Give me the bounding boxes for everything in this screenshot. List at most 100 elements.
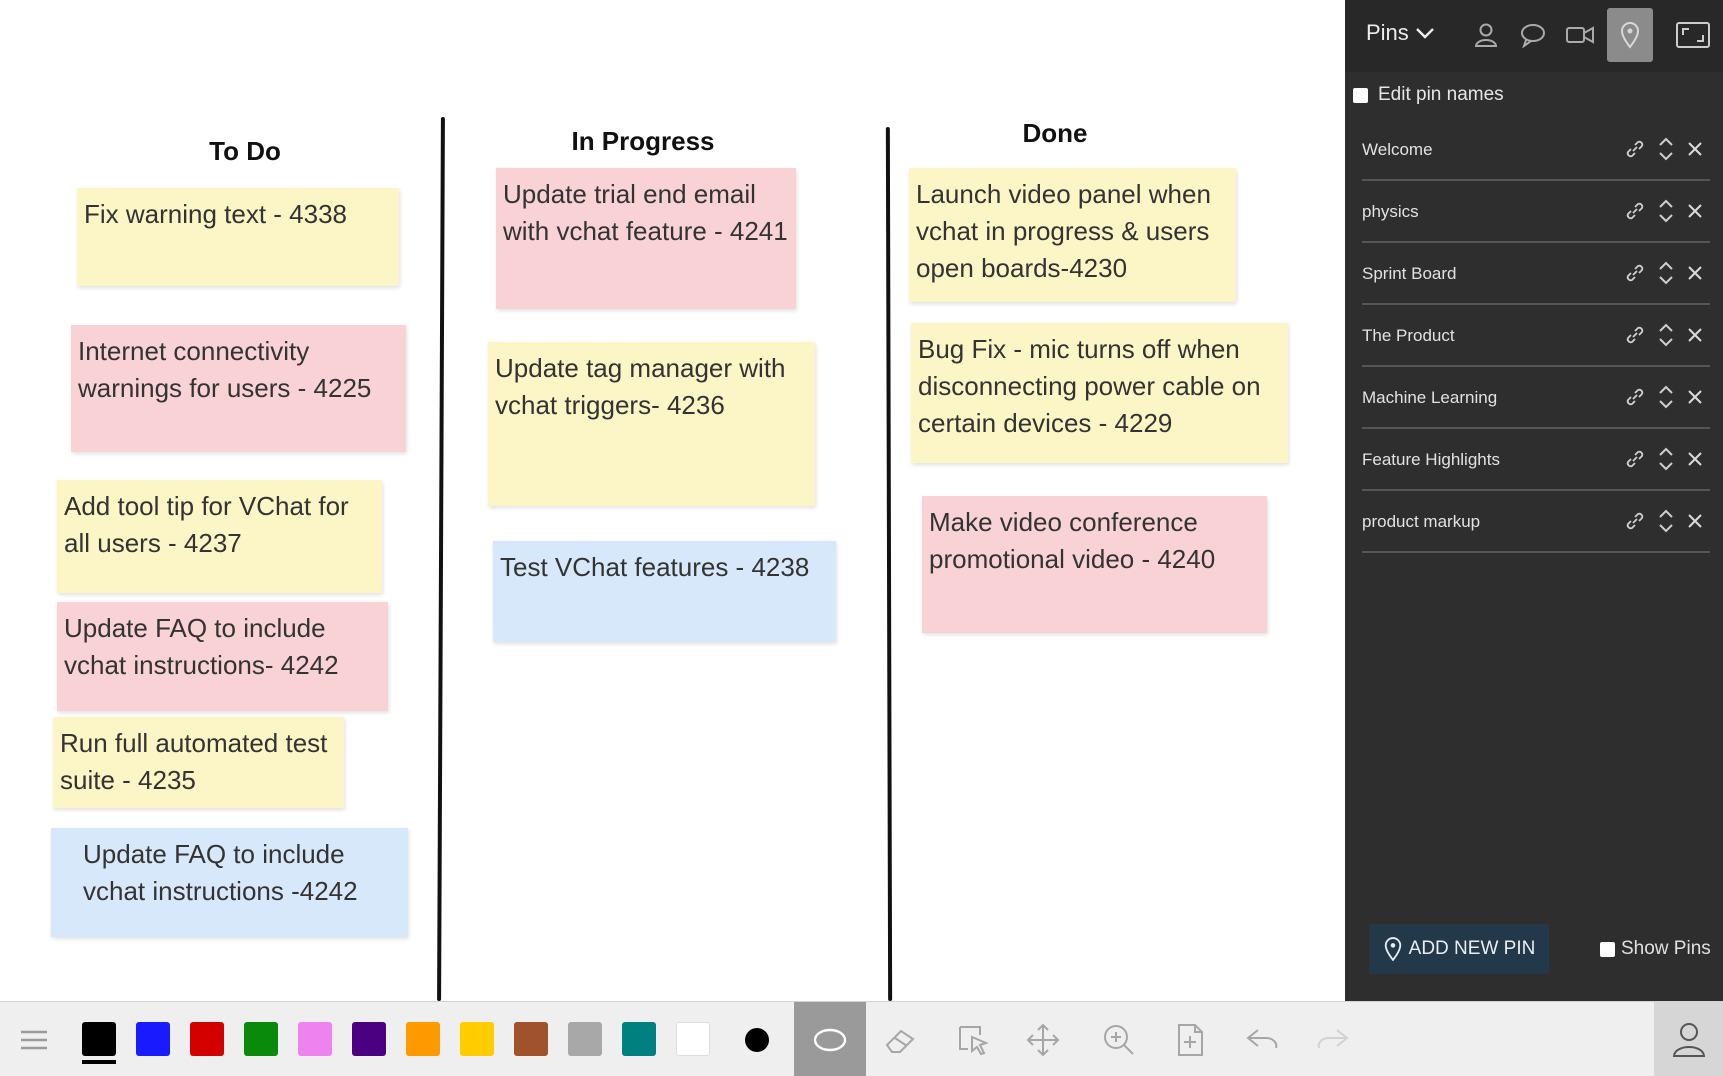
user-icon [1672,1023,1705,1057]
color-swatch-gray[interactable] [568,1022,602,1056]
close-icon[interactable] [1686,388,1704,406]
edit-pin-names-checkbox[interactable] [1353,87,1368,103]
close-icon[interactable] [1686,140,1704,158]
panel-header: Pins [1345,0,1723,72]
color-swatch-yellow[interactable] [460,1022,494,1056]
pin-item[interactable]: Sprint Board [1362,244,1710,305]
brush-dot-icon [745,1028,769,1052]
redo-button[interactable] [1311,1018,1355,1062]
pin-item[interactable]: Welcome [1362,120,1710,181]
select-icon [959,1026,989,1056]
reorder-icon[interactable] [1658,322,1674,348]
reorder-icon[interactable] [1658,384,1674,410]
sticky-note[interactable]: Update tag manager with vchat triggers- … [488,342,815,506]
color-swatch-green[interactable] [244,1022,278,1056]
close-icon[interactable] [1686,326,1704,344]
pins-dropdown[interactable]: Pins [1366,20,1435,46]
link-icon[interactable] [1624,262,1646,284]
color-swatch-purple[interactable] [352,1022,386,1056]
column-divider [885,126,893,1001]
chevron-down-icon [1415,28,1434,39]
sticky-note[interactable]: Test VChat features - 4238 [493,541,836,642]
column-title-todo: To Do [209,136,281,166]
link-icon[interactable] [1624,386,1646,408]
close-icon[interactable] [1686,450,1704,468]
select-tool-button[interactable] [951,1018,995,1062]
link-icon[interactable] [1624,200,1646,222]
edit-pin-names-toggle[interactable]: Edit pin names [1353,84,1504,106]
sticky-note[interactable]: Update FAQ to include vchat instructions… [51,828,408,937]
color-swatch-brown[interactable] [514,1022,548,1056]
close-icon[interactable] [1686,264,1704,282]
sticky-note[interactable]: Fix warning text - 4338 [77,188,399,286]
pin-item[interactable]: Feature Highlights [1362,430,1710,491]
redo-icon [1317,1029,1349,1049]
pin-name: The Product [1362,326,1455,345]
chat-icon [1521,24,1545,48]
participants-button[interactable] [1463,8,1509,62]
reorder-icon[interactable] [1658,260,1674,286]
show-pins-toggle[interactable]: Show Pins [1600,938,1711,960]
video-button[interactable] [1557,8,1603,62]
user-profile-button[interactable] [1654,1002,1723,1076]
whiteboard-canvas[interactable]: To Do In Progress Done Fix warning text … [0,0,1345,1001]
undo-button[interactable] [1240,1018,1284,1062]
link-icon[interactable] [1624,448,1646,470]
eraser-icon [885,1029,915,1053]
move-icon [1026,1023,1060,1057]
link-icon[interactable] [1624,138,1646,160]
column-title-done: Done [1022,118,1088,148]
link-icon[interactable] [1624,324,1646,346]
move-tool-button[interactable] [1021,1018,1065,1062]
show-pins-label: Show Pins [1621,938,1711,959]
selected-color-indicator [82,1060,116,1064]
link-icon[interactable] [1624,510,1646,532]
pin-item[interactable]: Machine Learning [1362,368,1710,429]
reorder-icon[interactable] [1658,446,1674,472]
color-swatch-blue[interactable] [136,1022,170,1056]
add-new-pin-button[interactable]: ADD NEW PIN [1369,924,1549,974]
sticky-note[interactable]: Launch video panel when vchat in progres… [909,168,1236,302]
close-icon[interactable] [1686,512,1704,530]
drawing-toolbar [0,1001,1723,1076]
pin-item[interactable]: physics [1362,182,1710,243]
sticky-note[interactable]: Bug Fix - mic turns off when disconnecti… [911,323,1288,463]
color-swatch-teal[interactable] [622,1022,656,1056]
color-swatch-red[interactable] [190,1022,224,1056]
ellipse-icon [813,1028,847,1052]
fullscreen-icon [1676,22,1710,48]
eraser-tool-button[interactable] [879,1018,923,1062]
edit-pin-names-label: Edit pin names [1378,84,1504,105]
video-camera-icon [1566,26,1594,44]
user-icon [1474,23,1498,47]
reorder-icon[interactable] [1658,508,1674,534]
show-pins-checkbox[interactable] [1600,941,1615,957]
sticky-note[interactable]: Internet connectivity warnings for users… [71,325,406,452]
chat-button[interactable] [1510,8,1556,62]
map-pin-icon [1620,22,1640,49]
color-swatch-white[interactable] [676,1022,710,1056]
sticky-note[interactable]: Update trial end email with vchat featur… [496,168,796,309]
undo-icon [1246,1029,1278,1049]
pin-name: product markup [1362,512,1481,531]
zoom-in-button[interactable] [1097,1018,1141,1062]
color-swatch-black[interactable] [82,1022,116,1056]
pin-item[interactable]: The Product [1362,306,1710,367]
menu-button[interactable] [12,1018,56,1062]
ellipse-tool-button[interactable] [808,1018,852,1062]
sticky-note[interactable]: Update FAQ to include vchat instructions… [57,602,388,711]
brush-size-button[interactable] [735,1018,779,1062]
reorder-icon[interactable] [1658,198,1674,224]
pins-panel: Pins Edit pin names Welcome physics Spri… [1345,0,1723,1001]
close-icon[interactable] [1686,202,1704,220]
pins-tab-button[interactable] [1607,8,1653,62]
sticky-note[interactable]: Add tool tip for VChat for all users - 4… [57,480,382,593]
sticky-note[interactable]: Run full automated test suite - 4235 [53,717,344,808]
color-swatch-pink[interactable] [298,1022,332,1056]
sticky-note[interactable]: Make video conference promotional video … [922,496,1267,633]
add-page-button[interactable] [1168,1018,1212,1062]
color-swatch-orange[interactable] [406,1022,440,1056]
pin-item[interactable]: product markup [1362,492,1710,553]
fullscreen-button[interactable] [1670,8,1716,62]
reorder-icon[interactable] [1658,136,1674,162]
